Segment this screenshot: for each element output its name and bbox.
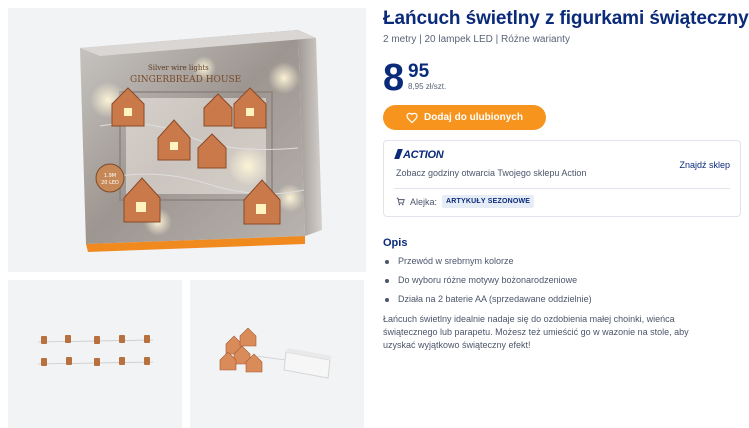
thumbnail-image-2[interactable] (190, 280, 364, 428)
feature-item: Działa na 2 baterie AA (sprzedawane oddz… (383, 293, 592, 312)
product-description: Łańcuch świetlny idealnie nadaje się do … (383, 314, 689, 350)
bullet-icon (385, 260, 389, 264)
svg-text:20 LED: 20 LED (101, 180, 119, 186)
store-divider (394, 188, 730, 189)
add-to-favorites-label: Dodaj do ulubionych (424, 112, 523, 123)
add-to-favorites-button[interactable]: Dodaj do ulubionych (383, 105, 546, 130)
find-store-link[interactable]: Znajdź sklep (679, 160, 730, 170)
feature-list: Przewód w srebrnym kolorze Do wyboru róż… (383, 255, 592, 312)
unit-price: 8,95 zł/szt. (408, 82, 447, 91)
aisle-badge: ARTYKUŁY SEZONOWE (442, 195, 535, 208)
bullet-icon (385, 279, 389, 283)
gingerbread-box-illustration: Silver wire lights GINGERBREAD HOUSE 1.9… (80, 30, 322, 252)
description-heading: Opis (383, 237, 408, 249)
product-subtitle: 2 metry | 20 lampek LED | Różne warianty (383, 34, 570, 45)
svg-text:GINGERBREAD HOUSE: GINGERBREAD HOUSE (130, 75, 241, 85)
logo-slash-icon (394, 149, 403, 159)
light-chain-battery-illustration (219, 327, 332, 379)
price-integer: 8 (383, 57, 404, 99)
store-info-box: ACTION Zobacz godziny otwarcia Twojego s… (383, 140, 741, 217)
aisle-row: Alejka: ARTYKUŁY SEZONOWE (396, 195, 535, 208)
heart-icon (406, 112, 418, 123)
product-title: Łańcuch świetlny z figurkami świątecznym… (383, 8, 749, 29)
svg-text:Silver wire lights: Silver wire lights (148, 64, 209, 72)
thumbnail-image-1[interactable] (8, 280, 182, 428)
aisle-label: Alejka: (410, 196, 438, 207)
action-logo: ACTION (394, 149, 444, 161)
light-chain-figures-illustration (37, 335, 154, 366)
feature-item: Przewód w srebrnym kolorze (383, 255, 592, 274)
cart-icon (396, 197, 405, 206)
bullet-icon (385, 298, 389, 302)
svg-text:1.9M: 1.9M (104, 173, 116, 179)
feature-item: Do wyboru różne motywy bożonarodzeniowe (383, 274, 592, 293)
price-decimal: 95 (408, 61, 430, 82)
store-hours-text: Zobacz godziny otwarcia Twojego sklepu A… (396, 168, 587, 178)
main-product-image[interactable]: Silver wire lights GINGERBREAD HOUSE 1.9… (8, 8, 366, 272)
